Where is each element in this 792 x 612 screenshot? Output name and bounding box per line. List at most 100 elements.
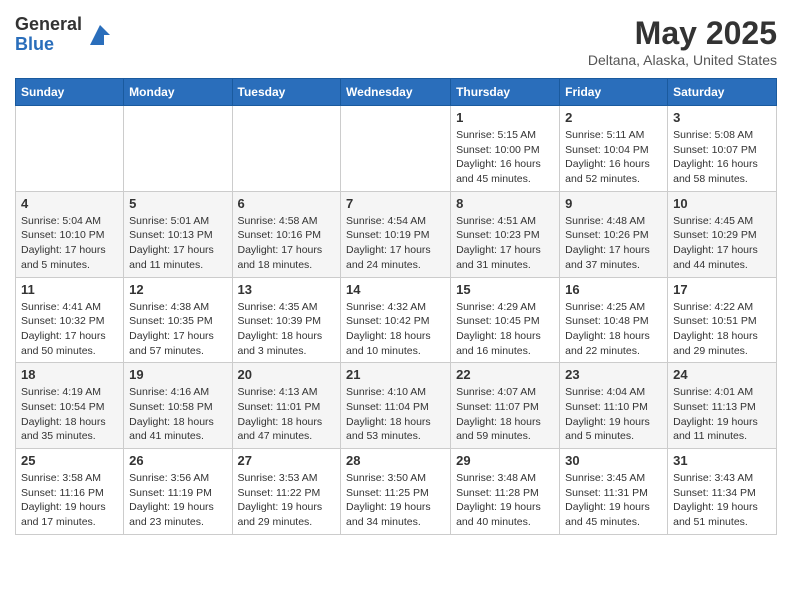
- calendar-cell: 30 Sunrise: 3:45 AM Sunset: 11:31 PM Dayl…: [560, 449, 668, 535]
- calendar-cell: 24 Sunrise: 4:01 AM Sunset: 11:13 PM Dayl…: [668, 363, 777, 449]
- location: Deltana, Alaska, United States: [588, 52, 777, 68]
- day-number: 27: [238, 453, 336, 468]
- title-block: May 2025 Deltana, Alaska, United States: [588, 15, 777, 68]
- calendar-body: 1 Sunrise: 5:15 AM Sunset: 10:00 PM Dayli…: [16, 106, 777, 535]
- calendar-cell: 27 Sunrise: 3:53 AM Sunset: 11:22 PM Dayl…: [232, 449, 341, 535]
- day-info: Sunrise: 5:15 AM Sunset: 10:00 PM Daylig…: [456, 128, 554, 187]
- day-info: Sunrise: 4:13 AM Sunset: 11:01 PM Daylig…: [238, 385, 336, 444]
- day-info: Sunrise: 3:45 AM Sunset: 11:31 PM Daylig…: [565, 471, 662, 530]
- day-number: 11: [21, 282, 118, 297]
- day-info: Sunrise: 3:56 AM Sunset: 11:19 PM Daylig…: [129, 471, 226, 530]
- day-number: 17: [673, 282, 771, 297]
- calendar-cell: 14 Sunrise: 4:32 AM Sunset: 10:42 PM Dayl…: [341, 277, 451, 363]
- day-number: 15: [456, 282, 554, 297]
- day-info: Sunrise: 4:54 AM Sunset: 10:19 PM Daylig…: [346, 214, 445, 273]
- header-day-thursday: Thursday: [451, 79, 560, 106]
- week-row-1: 4Sunrise: 5:04 AM Sunset: 10:10 PM Dayli…: [16, 191, 777, 277]
- day-info: Sunrise: 4:25 AM Sunset: 10:48 PM Daylig…: [565, 300, 662, 359]
- day-number: 4: [21, 196, 118, 211]
- day-info: Sunrise: 3:50 AM Sunset: 11:25 PM Daylig…: [346, 471, 445, 530]
- day-info: Sunrise: 4:45 AM Sunset: 10:29 PM Daylig…: [673, 214, 771, 273]
- day-number: 16: [565, 282, 662, 297]
- day-number: 3: [673, 110, 771, 125]
- calendar-cell: 2Sunrise: 5:11 AM Sunset: 10:04 PM Dayli…: [560, 106, 668, 192]
- day-number: 23: [565, 367, 662, 382]
- calendar-cell: 1 Sunrise: 5:15 AM Sunset: 10:00 PM Dayli…: [451, 106, 560, 192]
- day-info: Sunrise: 5:11 AM Sunset: 10:04 PM Daylig…: [565, 128, 662, 187]
- day-info: Sunrise: 4:04 AM Sunset: 11:10 PM Daylig…: [565, 385, 662, 444]
- calendar-cell: 8 Sunrise: 4:51 AM Sunset: 10:23 PM Dayli…: [451, 191, 560, 277]
- calendar-cell: 13Sunrise: 4:35 AM Sunset: 10:39 PM Dayl…: [232, 277, 341, 363]
- day-info: Sunrise: 4:29 AM Sunset: 10:45 PM Daylig…: [456, 300, 554, 359]
- day-info: Sunrise: 3:43 AM Sunset: 11:34 PM Daylig…: [673, 471, 771, 530]
- calendar-cell: [124, 106, 232, 192]
- calendar-cell: 21Sunrise: 4:10 AM Sunset: 11:04 PM Dayl…: [341, 363, 451, 449]
- calendar-cell: [341, 106, 451, 192]
- header-day-monday: Monday: [124, 79, 232, 106]
- calendar-cell: 18 Sunrise: 4:19 AM Sunset: 10:54 PM Dayl…: [16, 363, 124, 449]
- calendar-cell: 3 Sunrise: 5:08 AM Sunset: 10:07 PM Dayli…: [668, 106, 777, 192]
- calendar-cell: 10 Sunrise: 4:45 AM Sunset: 10:29 PM Dayl…: [668, 191, 777, 277]
- calendar-cell: 4Sunrise: 5:04 AM Sunset: 10:10 PM Dayli…: [16, 191, 124, 277]
- day-number: 1: [456, 110, 554, 125]
- calendar-cell: 12 Sunrise: 4:38 AM Sunset: 10:35 PM Dayl…: [124, 277, 232, 363]
- day-number: 8: [456, 196, 554, 211]
- day-info: Sunrise: 3:53 AM Sunset: 11:22 PM Daylig…: [238, 471, 336, 530]
- day-number: 9: [565, 196, 662, 211]
- header-day-saturday: Saturday: [668, 79, 777, 106]
- calendar-cell: 25Sunrise: 3:58 AM Sunset: 11:16 PM Dayl…: [16, 449, 124, 535]
- calendar-cell: 9 Sunrise: 4:48 AM Sunset: 10:26 PM Dayli…: [560, 191, 668, 277]
- day-info: Sunrise: 4:48 AM Sunset: 10:26 PM Daylig…: [565, 214, 662, 273]
- month-title: May 2025: [588, 15, 777, 52]
- calendar-cell: 26Sunrise: 3:56 AM Sunset: 11:19 PM Dayl…: [124, 449, 232, 535]
- day-number: 21: [346, 367, 445, 382]
- day-info: Sunrise: 3:48 AM Sunset: 11:28 PM Daylig…: [456, 471, 554, 530]
- day-number: 18: [21, 367, 118, 382]
- week-row-4: 25Sunrise: 3:58 AM Sunset: 11:16 PM Dayl…: [16, 449, 777, 535]
- day-number: 7: [346, 196, 445, 211]
- logo-icon: [86, 21, 114, 49]
- calendar-header: SundayMondayTuesdayWednesdayThursdayFrid…: [16, 79, 777, 106]
- calendar-cell: 17 Sunrise: 4:22 AM Sunset: 10:51 PM Dayl…: [668, 277, 777, 363]
- day-number: 19: [129, 367, 226, 382]
- week-row-0: 1 Sunrise: 5:15 AM Sunset: 10:00 PM Dayli…: [16, 106, 777, 192]
- logo-general: General: [15, 15, 82, 35]
- day-number: 29: [456, 453, 554, 468]
- day-info: Sunrise: 4:51 AM Sunset: 10:23 PM Daylig…: [456, 214, 554, 273]
- header-row: SundayMondayTuesdayWednesdayThursdayFrid…: [16, 79, 777, 106]
- day-info: Sunrise: 4:58 AM Sunset: 10:16 PM Daylig…: [238, 214, 336, 273]
- calendar-cell: 31 Sunrise: 3:43 AM Sunset: 11:34 PM Dayl…: [668, 449, 777, 535]
- calendar-cell: [232, 106, 341, 192]
- calendar-cell: 28 Sunrise: 3:50 AM Sunset: 11:25 PM Dayl…: [341, 449, 451, 535]
- day-info: Sunrise: 4:38 AM Sunset: 10:35 PM Daylig…: [129, 300, 226, 359]
- header-day-wednesday: Wednesday: [341, 79, 451, 106]
- day-number: 30: [565, 453, 662, 468]
- day-number: 14: [346, 282, 445, 297]
- day-number: 12: [129, 282, 226, 297]
- day-number: 13: [238, 282, 336, 297]
- day-info: Sunrise: 4:22 AM Sunset: 10:51 PM Daylig…: [673, 300, 771, 359]
- day-info: Sunrise: 4:07 AM Sunset: 11:07 PM Daylig…: [456, 385, 554, 444]
- calendar-cell: 19Sunrise: 4:16 AM Sunset: 10:58 PM Dayl…: [124, 363, 232, 449]
- day-info: Sunrise: 5:08 AM Sunset: 10:07 PM Daylig…: [673, 128, 771, 187]
- calendar-cell: 22 Sunrise: 4:07 AM Sunset: 11:07 PM Dayl…: [451, 363, 560, 449]
- day-info: Sunrise: 4:41 AM Sunset: 10:32 PM Daylig…: [21, 300, 118, 359]
- day-number: 22: [456, 367, 554, 382]
- week-row-2: 11 Sunrise: 4:41 AM Sunset: 10:32 PM Dayl…: [16, 277, 777, 363]
- header-day-friday: Friday: [560, 79, 668, 106]
- calendar-cell: 15 Sunrise: 4:29 AM Sunset: 10:45 PM Dayl…: [451, 277, 560, 363]
- calendar-cell: 29 Sunrise: 3:48 AM Sunset: 11:28 PM Dayl…: [451, 449, 560, 535]
- header-day-tuesday: Tuesday: [232, 79, 341, 106]
- calendar-cell: [16, 106, 124, 192]
- day-number: 24: [673, 367, 771, 382]
- day-number: 28: [346, 453, 445, 468]
- day-info: Sunrise: 4:32 AM Sunset: 10:42 PM Daylig…: [346, 300, 445, 359]
- day-number: 10: [673, 196, 771, 211]
- calendar-cell: 20 Sunrise: 4:13 AM Sunset: 11:01 PM Dayl…: [232, 363, 341, 449]
- calendar-cell: 11 Sunrise: 4:41 AM Sunset: 10:32 PM Dayl…: [16, 277, 124, 363]
- day-info: Sunrise: 4:01 AM Sunset: 11:13 PM Daylig…: [673, 385, 771, 444]
- day-number: 31: [673, 453, 771, 468]
- day-number: 20: [238, 367, 336, 382]
- day-info: Sunrise: 4:19 AM Sunset: 10:54 PM Daylig…: [21, 385, 118, 444]
- calendar-cell: 6Sunrise: 4:58 AM Sunset: 10:16 PM Dayli…: [232, 191, 341, 277]
